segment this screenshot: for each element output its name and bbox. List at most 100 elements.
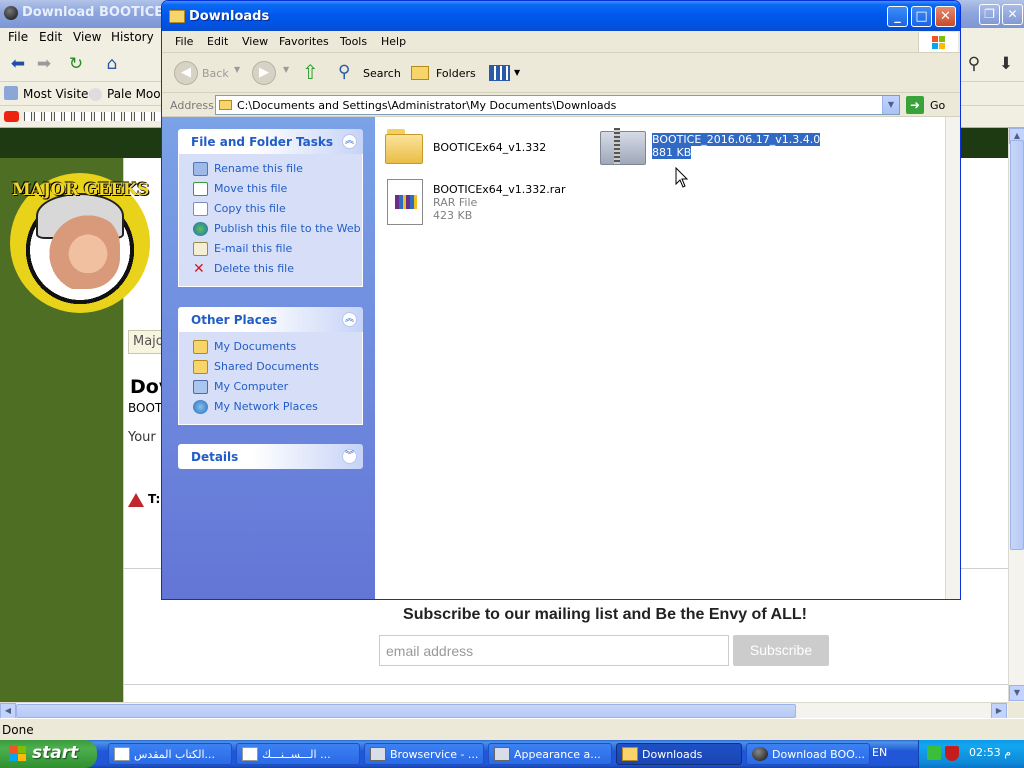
file-item[interactable]: BOOTICEx64_v1.332.rar RAR File 423 KB xyxy=(385,179,585,229)
clock[interactable]: 02:53 م xyxy=(969,746,1011,759)
collapse-chevron-icon[interactable]: ︽ xyxy=(342,134,357,149)
forward-arrow-icon[interactable]: ➡ xyxy=(32,54,56,76)
back-dropdown-icon[interactable]: ▼ xyxy=(234,65,240,74)
menu-edit[interactable]: Edit xyxy=(207,35,228,48)
task-copy-file[interactable]: Copy this file xyxy=(193,200,362,220)
file-item-selected[interactable]: BOOTICE_2016.06.17_v1.3.4.0 881 KB xyxy=(600,125,821,169)
scroll-down-arrow-icon[interactable]: ▼ xyxy=(1009,685,1024,701)
address-input[interactable]: C:\Documents and Settings\Administrator\… xyxy=(215,95,900,115)
browser-menu-history[interactable]: History xyxy=(111,30,154,44)
status-text: Done xyxy=(2,723,34,737)
menu-file[interactable]: File xyxy=(175,35,193,48)
task-delete-file[interactable]: ✕ Delete this file xyxy=(193,260,362,280)
reload-icon[interactable]: ↻ xyxy=(64,54,88,76)
scroll-left-arrow-icon[interactable]: ◀ xyxy=(0,703,16,719)
back-arrow-icon[interactable]: ⬅ xyxy=(6,54,30,76)
page-horizontal-scrollbar[interactable]: ◀ ▶ xyxy=(0,702,1008,719)
place-shared-documents[interactable]: Shared Documents xyxy=(193,358,362,378)
document-icon xyxy=(114,747,130,761)
close-button[interactable]: ✕ xyxy=(935,6,956,27)
start-button[interactable]: start xyxy=(0,740,97,768)
page-vertical-scrollbar[interactable]: ▲ ▼ xyxy=(1008,128,1024,702)
task-email-file[interactable]: E-mail this file xyxy=(193,240,362,260)
search-button[interactable]: Search xyxy=(363,67,401,80)
place-my-network[interactable]: My Network Places xyxy=(193,398,362,418)
taskbar-button[interactable]: الكتاب المقدس... xyxy=(108,743,232,765)
scroll-right-arrow-icon[interactable]: ▶ xyxy=(991,703,1007,719)
views-icon[interactable] xyxy=(489,65,510,81)
explorer-window: Downloads _ □ ✕ File Edit View Favorites… xyxy=(161,0,961,600)
place-my-computer[interactable]: My Computer xyxy=(193,378,362,398)
explorer-scrollbar-track xyxy=(945,117,960,599)
address-dropdown-icon[interactable]: ▼ xyxy=(882,96,899,114)
browser-restore-button[interactable]: ❐ xyxy=(979,4,1000,25)
page-hscroll-thumb[interactable] xyxy=(16,704,796,718)
youtube-icon[interactable] xyxy=(4,111,19,122)
warning-line: T: xyxy=(128,492,160,507)
up-folder-icon[interactable]: ⇧ xyxy=(302,61,322,85)
logo-text: MAJOR GEEKS xyxy=(12,180,149,200)
window-icon xyxy=(370,747,386,761)
bookmark-pale-moon[interactable]: Pale Moon xyxy=(107,87,168,101)
file-list: BOOTICEx64_v1.332 BOOTICE_2016.06.17_v1.… xyxy=(375,117,945,599)
subscribe-button[interactable]: Subscribe xyxy=(733,635,829,666)
taskbar-button[interactable]: Appearance a... xyxy=(488,743,612,765)
folder-icon xyxy=(219,100,232,110)
menu-favorites[interactable]: Favorites xyxy=(279,35,329,48)
browser-close-button[interactable]: ✕ xyxy=(1002,4,1023,25)
collapse-chevron-icon[interactable]: ︽ xyxy=(342,312,357,327)
back-icon[interactable]: ◀ xyxy=(174,61,198,85)
maximize-button[interactable]: □ xyxy=(911,6,932,27)
browser-menu-edit[interactable]: Edit xyxy=(39,30,62,44)
task-move-file[interactable]: Move this file xyxy=(193,180,362,200)
go-arrow-icon[interactable]: ➜ xyxy=(906,96,924,114)
forward-icon[interactable]: ▶ xyxy=(252,61,276,85)
folders-button[interactable]: Folders xyxy=(436,67,476,80)
go-button[interactable]: Go xyxy=(930,99,945,112)
taskbar-button[interactable]: الـــســنـــك ... xyxy=(236,743,360,765)
search-icon[interactable]: ⚲ xyxy=(338,62,358,84)
zip-folder-icon xyxy=(600,125,646,167)
file-size: 423 KB xyxy=(433,209,473,222)
forward-dropdown-icon[interactable]: ▼ xyxy=(283,65,289,74)
expand-chevron-icon[interactable]: ︾ xyxy=(342,449,357,464)
menu-help[interactable]: Help xyxy=(381,35,406,48)
address-path[interactable]: C:\Documents and Settings\Administrator\… xyxy=(237,99,616,112)
other-places-header[interactable]: Other Places ︽ xyxy=(178,307,363,332)
file-name: BOOTICEx64_v1.332.rar xyxy=(433,183,566,196)
email-icon xyxy=(193,242,208,256)
menu-tools[interactable]: Tools xyxy=(340,35,367,48)
search-icon[interactable]: ⚲ xyxy=(962,54,986,76)
taskbar-button-active[interactable]: Downloads xyxy=(616,743,742,765)
minimize-button[interactable]: _ xyxy=(887,6,908,27)
shield-icon[interactable] xyxy=(945,746,959,761)
folders-icon[interactable] xyxy=(411,66,429,80)
file-folder-tasks-header[interactable]: File and Folder Tasks ︽ xyxy=(178,129,363,154)
browser-menu-view[interactable]: View xyxy=(73,30,101,44)
move-icon xyxy=(193,182,208,196)
taskbar-button[interactable]: Download BOO... xyxy=(746,743,870,765)
language-indicator[interactable]: EN xyxy=(872,746,887,759)
details-header[interactable]: Details ︾ xyxy=(178,444,363,469)
network-icon xyxy=(193,400,208,414)
task-publish-web[interactable]: Publish this file to the Web xyxy=(193,220,362,240)
file-folder-tasks-panel: File and Folder Tasks ︽ Rename this file… xyxy=(178,129,363,287)
place-my-documents[interactable]: My Documents xyxy=(193,338,362,358)
page-vscroll-thumb[interactable] xyxy=(1010,140,1024,550)
file-size: 881 KB xyxy=(652,146,692,159)
views-dropdown-icon[interactable]: ▼ xyxy=(514,68,520,77)
browser-menu-file[interactable]: File xyxy=(8,30,28,44)
tray-app-icon[interactable] xyxy=(927,746,941,760)
file-item[interactable]: BOOTICEx64_v1.332 xyxy=(385,127,565,171)
menu-view[interactable]: View xyxy=(242,35,268,48)
bookmark-most-visited[interactable]: Most Visited xyxy=(23,87,96,101)
download-icon[interactable]: ⬇ xyxy=(994,54,1018,76)
explorer-title-bar[interactable]: Downloads _ □ ✕ xyxy=(162,1,960,31)
home-icon[interactable]: ⌂ xyxy=(100,54,124,76)
back-button[interactable]: Back xyxy=(202,67,229,80)
taskbar-button[interactable]: Browservice - ... xyxy=(364,743,484,765)
taskbar: start الكتاب المقدس... الـــســنـــك ...… xyxy=(0,740,1024,768)
task-rename-file[interactable]: Rename this file xyxy=(193,160,362,180)
email-input[interactable]: email address xyxy=(379,635,729,666)
tab-titles-glyphs[interactable] xyxy=(24,112,164,121)
